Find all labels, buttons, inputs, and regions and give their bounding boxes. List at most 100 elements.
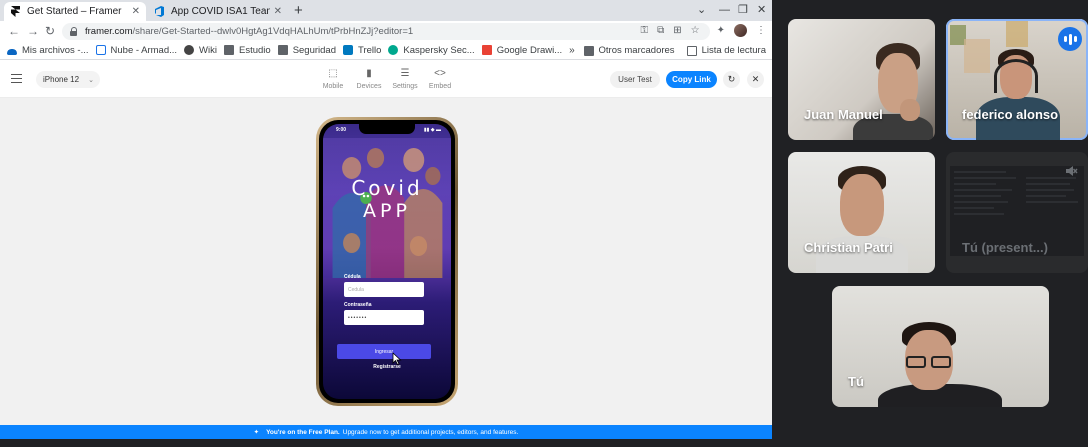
cedula-input[interactable]: Cedula	[344, 282, 424, 297]
tool-devices[interactable]: ▮ Devices	[354, 68, 384, 90]
refresh-preview-button[interactable]: ↻	[723, 71, 740, 88]
azure-devops-icon	[154, 6, 165, 17]
forward-icon[interactable]: →	[27, 23, 39, 39]
iphone-mockup: 9:00 ▮▮ ◆ ▬ Covid APP Cédula Cedula Cont…	[316, 117, 458, 406]
key-icon[interactable]: ⚿	[640, 25, 648, 36]
tool-settings[interactable]: ☰ Settings	[390, 68, 420, 90]
address-bar[interactable]: framer.com/share/Get-Started--dwlv0HgtAg…	[62, 23, 710, 40]
participant-tile-active-speaker[interactable]: federico alonso	[946, 19, 1088, 140]
browser-window: Get Started – Framer ✕ App COVID ISA1 Te…	[0, 0, 772, 439]
presentation-tile[interactable]: Tú (present...)	[946, 152, 1088, 273]
new-tab-icon[interactable]: +	[294, 2, 303, 19]
back-icon[interactable]: ←	[8, 23, 20, 39]
bookmark-label: Lista de lectura	[701, 45, 766, 56]
speaking-indicator-icon	[1058, 27, 1082, 51]
tab-framer[interactable]: Get Started – Framer ✕	[4, 2, 146, 21]
folder-blue-icon	[95, 45, 106, 55]
tool-label: Embed	[428, 83, 452, 90]
url-host: framer.com	[85, 26, 133, 37]
participant-name: Tú	[848, 374, 864, 389]
close-window-icon[interactable]: ✕	[757, 2, 766, 18]
tool-label: Mobile	[322, 83, 344, 90]
address-actions: ⚿ ⧉ ⊞ ☆ ✦ ⋮	[640, 24, 766, 37]
close-tab-icon[interactable]: ✕	[274, 6, 282, 17]
bookmark-item[interactable]: Google Drawi...	[481, 44, 563, 56]
login-button[interactable]: Ingresar	[337, 344, 431, 359]
profile-avatar[interactable]	[734, 24, 747, 37]
bookmarks-overflow-button[interactable]: »	[569, 45, 575, 56]
folder-icon	[583, 45, 594, 56]
bookmark-label: Estudio	[239, 44, 271, 56]
phone-notch	[359, 124, 415, 134]
extensions-icon[interactable]: ✦	[717, 25, 725, 36]
tool-label: Devices	[356, 83, 382, 90]
address-toolbar: ← → ↻ framer.com/share/Get-Started--dwlv…	[0, 21, 772, 41]
cedula-label: Cédula	[344, 274, 361, 280]
minimize-icon[interactable]: —	[719, 2, 730, 18]
tab-search-icon[interactable]: ⌄	[697, 2, 706, 18]
tab-strip: Get Started – Framer ✕ App COVID ISA1 Te…	[0, 0, 772, 21]
app-screen: 9:00 ▮▮ ◆ ▬ Covid APP Cédula Cedula Cont…	[323, 124, 451, 399]
bookmark-item[interactable]: Kaspersky Sec...	[388, 45, 475, 56]
copy-link-button[interactable]: Copy Link	[666, 71, 717, 88]
bookmark-item[interactable]: Nube - Armad...	[95, 44, 178, 56]
register-link[interactable]: Registrarse	[323, 364, 451, 370]
reading-list-icon	[686, 45, 697, 56]
bookmark-label: Wiki	[199, 44, 217, 56]
close-preview-button[interactable]: ✕	[747, 71, 764, 88]
bookmarks-bar: Mis archivos -... Nube - Armad... Wiki E…	[0, 41, 772, 60]
tab-azure-devops[interactable]: App COVID ISA1 Team Sp ✕	[148, 2, 288, 21]
bookmark-item[interactable]: Mis archivos -...	[7, 45, 89, 56]
bookmark-item[interactable]: Seguridad	[277, 45, 336, 56]
mobile-frame-icon: ⬚	[328, 68, 338, 79]
muted-icon	[1066, 166, 1078, 176]
free-plan-bold: You're on the Free Plan.	[266, 428, 340, 436]
reload-icon[interactable]: ↻	[45, 23, 55, 39]
user-test-button[interactable]: User Test	[610, 71, 660, 88]
kaspersky-icon	[388, 45, 399, 55]
password-input[interactable]: •••••••	[344, 310, 424, 325]
status-time: 9:00	[336, 127, 347, 133]
tool-mobile[interactable]: ⬚ Mobile	[318, 68, 348, 90]
status-icons: ▮▮ ◆ ▬	[423, 127, 441, 133]
participant-tile[interactable]: Juan Manuel	[788, 19, 935, 140]
lock-icon	[70, 27, 78, 36]
bookmark-label: Otros marcadores	[598, 45, 675, 56]
participant-tile[interactable]: Christian Patri	[788, 152, 935, 273]
framer-icon	[10, 6, 21, 17]
bookmark-label: Google Drawi...	[496, 44, 563, 56]
trello-icon	[343, 45, 353, 55]
self-view-tile[interactable]: Tú	[832, 286, 1049, 407]
password-label: Contraseña	[344, 302, 372, 308]
app-title-line2: APP	[363, 200, 411, 222]
bookmark-label: Trello	[358, 44, 382, 56]
url-path: /share/Get-Started--dwlv0HgtAg1VdqHALhUm…	[132, 26, 414, 37]
sliders-icon: ☰	[400, 68, 410, 79]
free-plan-text: Upgrade now to get additional projects, …	[342, 428, 519, 436]
tool-label: Settings	[392, 83, 418, 90]
wall-poster	[1006, 21, 1028, 47]
device-select[interactable]: iPhone 12 ⌄	[36, 71, 100, 88]
screen-root: Get Started – Framer ✕ App COVID ISA1 Te…	[0, 0, 1088, 447]
close-icon: ✕	[751, 74, 760, 84]
translate-icon[interactable]: ⊞	[673, 25, 681, 36]
install-app-icon[interactable]: ⧉	[657, 25, 664, 36]
free-plan-banner[interactable]: ✦ You're on the Free Plan. Upgrade now t…	[0, 425, 772, 439]
bookmarks-right: Otros marcadores Lista de lectura	[577, 41, 766, 60]
reading-list-button[interactable]: Lista de lectura	[686, 45, 766, 56]
glasses-icon	[906, 356, 926, 368]
restore-icon[interactable]: ❐	[738, 2, 748, 18]
bookmark-item[interactable]: Wiki	[184, 45, 217, 56]
close-tab-icon[interactable]: ✕	[132, 6, 140, 17]
tool-embed[interactable]: <> Embed	[425, 68, 455, 90]
participant-name: Juan Manuel	[804, 107, 883, 122]
bookmark-item[interactable]: Estudio	[224, 45, 271, 56]
bookmark-star-icon[interactable]: ☆	[691, 25, 700, 36]
bookmark-item[interactable]: Trello	[343, 45, 381, 56]
participant-name: Tú (present...)	[962, 240, 1048, 255]
menu-kebab-icon[interactable]: ⋮	[756, 25, 766, 36]
bookmark-label: Nube - Armad...	[110, 44, 178, 56]
hamburger-menu-icon[interactable]	[11, 74, 22, 83]
other-bookmarks-folder[interactable]: Otros marcadores	[583, 45, 675, 56]
participant-name: federico alonso	[962, 107, 1059, 122]
